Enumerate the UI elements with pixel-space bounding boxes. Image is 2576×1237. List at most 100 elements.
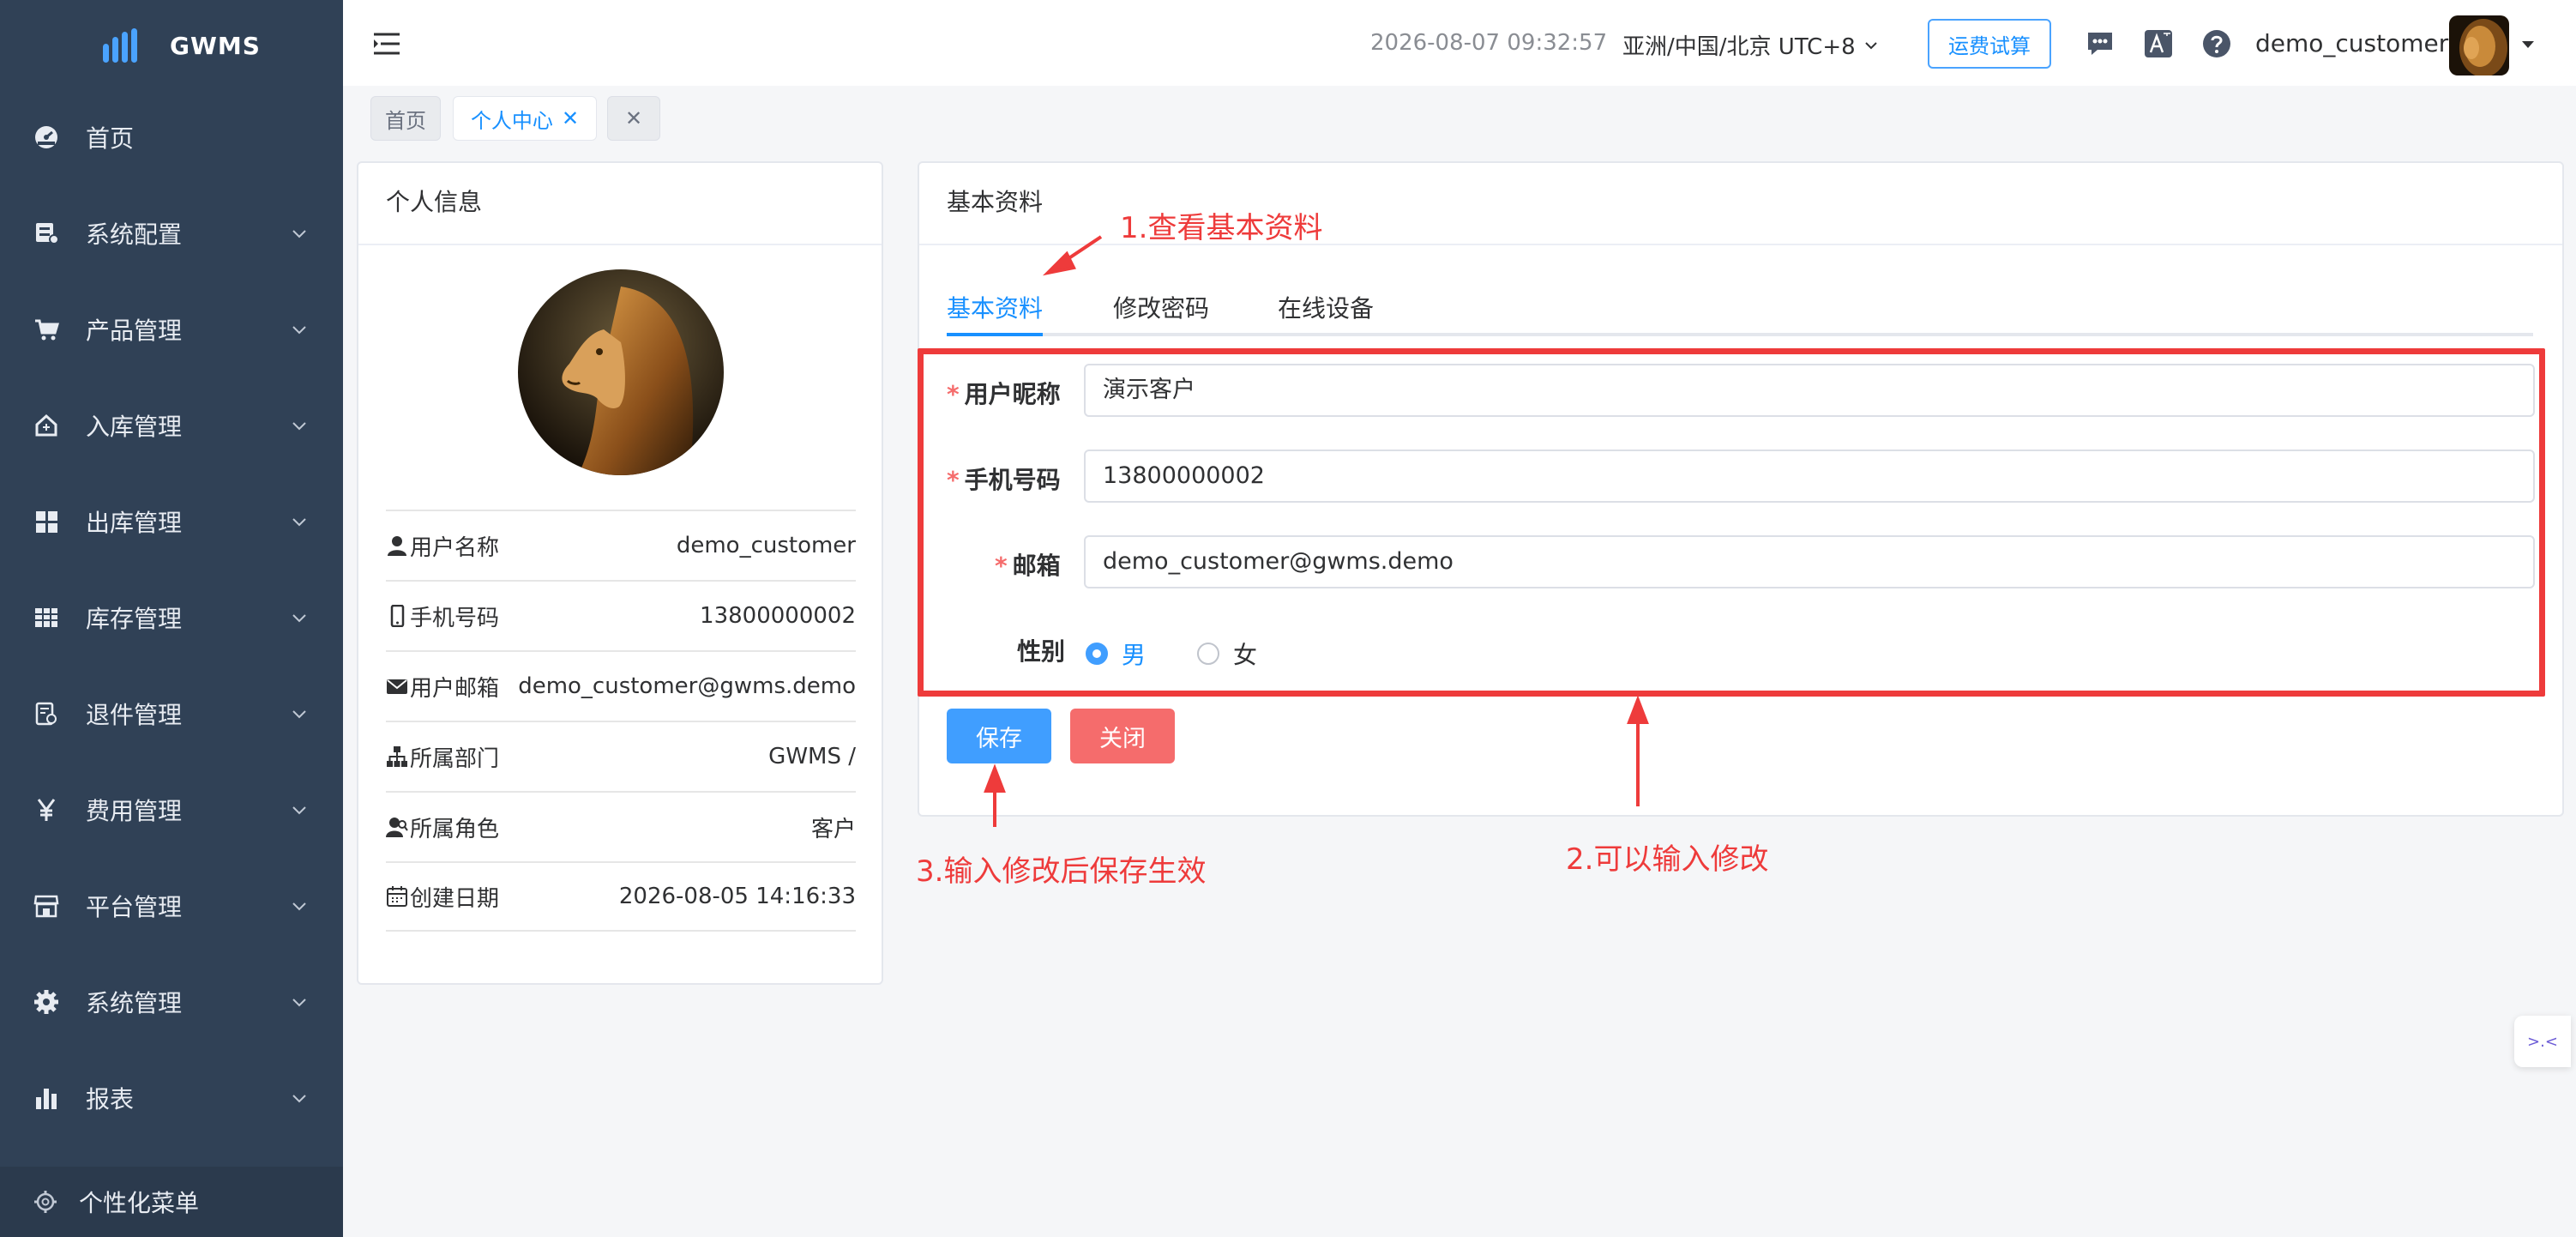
annotation-note-1: 1.查看基本资料 <box>1120 211 1323 245</box>
sidebar-item-label: 平台管理 <box>86 893 183 921</box>
grid-icon <box>33 508 60 535</box>
sidebar-item-label: 库存管理 <box>86 605 183 633</box>
sidebar-item-product[interactable]: 产品管理 <box>0 281 343 377</box>
close-icon: ✕ <box>624 106 643 130</box>
info-label: 用户名称 <box>410 534 500 561</box>
profile-card: 个人信息 用户名称 demo_customer 手机号码 13800000002… <box>357 161 883 985</box>
annotation-note-3: 3.输入修改后保存生效 <box>916 854 1207 889</box>
chevron-down-icon <box>292 806 306 815</box>
sidebar-item-label: 出库管理 <box>86 509 183 537</box>
info-label: 手机号码 <box>410 605 500 631</box>
cart-icon <box>33 316 60 343</box>
info-label: 创建日期 <box>410 885 500 912</box>
translate-icon[interactable] <box>2144 29 2173 58</box>
close-all-tags-button[interactable]: ✕ <box>607 96 660 141</box>
info-row-role: 所属角色 客户 <box>386 791 856 861</box>
role-icon <box>386 818 408 837</box>
gear-icon <box>33 988 60 1016</box>
top-header: 2026-08-07 09:32:57 亚洲/中国/北京 UTC+8 运费试算 … <box>343 0 2576 87</box>
calendar-icon <box>387 886 407 907</box>
info-value: demo_customer <box>676 533 856 558</box>
home-import-icon <box>33 412 60 439</box>
chevron-down-icon <box>292 710 306 719</box>
sidebar-item-inbound[interactable]: 入库管理 <box>0 377 343 474</box>
bar-chart-icon <box>33 1084 60 1112</box>
sidebar-item-system-config[interactable]: 系统配置 <box>0 185 343 281</box>
sidebar-item-label: 首页 <box>86 124 135 153</box>
info-row-phone: 手机号码 13800000002 <box>386 580 856 650</box>
sidebar-item-inventory[interactable]: 库存管理 <box>0 570 343 666</box>
info-row-username: 用户名称 demo_customer <box>386 510 856 580</box>
message-icon[interactable] <box>2085 29 2115 58</box>
sidebar-item-label: 产品管理 <box>86 317 183 345</box>
card-title: 个人信息 <box>386 188 483 216</box>
tag-label: 个人中心 <box>470 108 553 133</box>
sidebar-item-label: 系统配置 <box>86 220 183 249</box>
profile-avatar[interactable] <box>518 269 724 475</box>
info-value: GWMS / <box>768 744 856 769</box>
info-value: 13800000002 <box>700 603 856 629</box>
tab-online-devices[interactable]: 在线设备 <box>1278 290 1374 324</box>
server-icon <box>33 220 60 247</box>
shipping-calc-button[interactable]: 运费试算 <box>1928 19 2051 69</box>
sidebar-item-reports[interactable]: 报表 <box>0 1050 343 1146</box>
floating-assistant-widget[interactable]: >.< <box>2514 1016 2571 1067</box>
save-button[interactable]: 保存 <box>947 709 1051 763</box>
tabs-baseline <box>947 333 2533 336</box>
avatar[interactable] <box>2449 15 2509 75</box>
sidebar: GWMS 首页 系统配置 产品管理 入库管理 出库管理 库存管理 退件管理 费用… <box>0 0 343 1237</box>
close-icon[interactable]: ✕ <box>562 106 579 130</box>
sidebar-item-platform[interactable]: 平台管理 <box>0 858 343 954</box>
info-value: 客户 <box>810 816 856 842</box>
sidebar-item-label: 系统管理 <box>86 989 183 1017</box>
info-row-email: 用户邮箱 demo_customer@gwms.demo <box>386 650 856 721</box>
user-icon <box>388 536 406 556</box>
sidebar-item-system[interactable]: 系统管理 <box>0 954 343 1050</box>
tag-home[interactable]: 首页 <box>370 96 441 141</box>
yen-icon <box>33 796 60 824</box>
sidebar-item-label: 退件管理 <box>86 701 183 729</box>
timezone-selector[interactable]: 亚洲/中国/北京 UTC+8 <box>1622 29 1880 61</box>
sidebar-item-returns[interactable]: 退件管理 <box>0 666 343 762</box>
org-tree-icon <box>387 746 407 767</box>
chevron-down-icon <box>292 902 306 911</box>
sidebar-item-label: 个性化菜单 <box>79 1189 200 1217</box>
card-divider <box>358 244 882 245</box>
return-doc-icon <box>33 700 60 727</box>
phone-icon <box>390 605 405 627</box>
active-tab-indicator <box>947 333 1043 336</box>
info-row-created: 创建日期 2026-08-05 14:16:33 <box>386 861 856 932</box>
chevron-down-icon <box>292 999 306 1007</box>
username-label[interactable]: demo_customer <box>2255 29 2448 57</box>
sidebar-item-custom-menu[interactable]: 个性化菜单 <box>0 1167 343 1237</box>
app-logo[interactable]: GWMS <box>103 26 261 65</box>
info-label: 所属角色 <box>410 816 500 842</box>
tab-change-password[interactable]: 修改密码 <box>1113 290 1209 324</box>
table-icon <box>33 604 60 631</box>
current-datetime: 2026-08-07 09:32:57 <box>1370 30 1608 56</box>
info-value: demo_customer@gwms.demo <box>518 673 856 699</box>
sidebar-item-home[interactable]: 首页 <box>0 89 343 185</box>
app-name: GWMS <box>170 31 261 60</box>
settings-icon <box>34 1191 57 1213</box>
close-button[interactable]: 关闭 <box>1070 709 1175 763</box>
chevron-down-icon <box>292 614 306 623</box>
shop-icon <box>33 892 60 920</box>
chevron-down-icon <box>292 326 306 335</box>
assistant-face-icon: >.< <box>2527 1032 2558 1051</box>
tag-profile[interactable]: 个人中心 ✕ <box>453 96 597 141</box>
chevron-down-icon <box>292 1095 306 1103</box>
sidebar-item-fees[interactable]: 费用管理 <box>0 762 343 858</box>
tags-view-bar: 首页 个人中心 ✕ ✕ <box>343 86 2576 153</box>
tab-basic-info[interactable]: 基本资料 <box>947 290 1043 324</box>
dashboard-icon <box>33 124 60 151</box>
sidebar-item-label: 报表 <box>86 1085 135 1113</box>
info-label: 所属部门 <box>410 745 500 772</box>
info-value: 2026-08-05 14:16:33 <box>618 884 856 909</box>
menu-toggle-icon[interactable] <box>372 31 401 57</box>
chevron-down-icon <box>292 518 306 527</box>
caret-down-icon[interactable] <box>2521 39 2535 50</box>
help-icon[interactable] <box>2202 29 2231 58</box>
info-row-department: 所属部门 GWMS / <box>386 721 856 791</box>
sidebar-item-outbound[interactable]: 出库管理 <box>0 474 343 570</box>
